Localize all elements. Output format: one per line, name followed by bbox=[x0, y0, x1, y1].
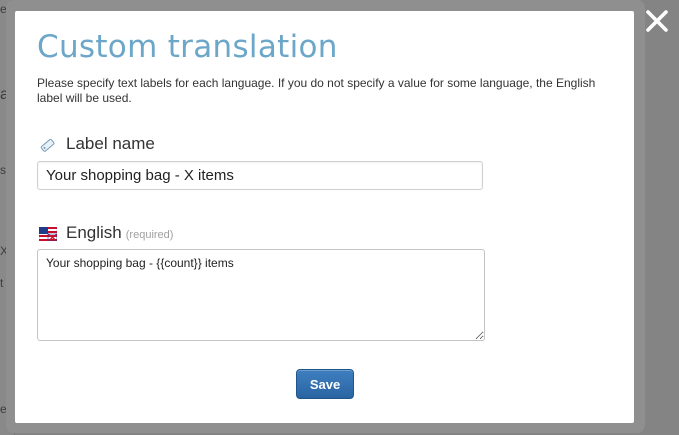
tag-icon bbox=[39, 137, 57, 152]
save-button[interactable]: Save bbox=[296, 369, 354, 399]
english-heading: English (required) bbox=[38, 223, 174, 243]
label-name-heading: Label name bbox=[39, 134, 155, 154]
label-name-label: Label name bbox=[66, 134, 155, 153]
dialog-title: Custom translation bbox=[37, 29, 338, 65]
english-label: English bbox=[66, 223, 122, 242]
close-button[interactable] bbox=[640, 4, 674, 38]
english-textarea[interactable]: Your shopping bag - {{count}} items bbox=[37, 249, 485, 341]
close-icon bbox=[646, 10, 668, 32]
required-note: (required) bbox=[125, 229, 174, 241]
custom-translation-dialog: Custom translation Please specify text l… bbox=[15, 11, 634, 423]
dialog-description: Please specify text labels for each lang… bbox=[37, 76, 596, 105]
label-name-input[interactable] bbox=[37, 161, 483, 190]
us-uk-flag-icon bbox=[38, 226, 58, 242]
